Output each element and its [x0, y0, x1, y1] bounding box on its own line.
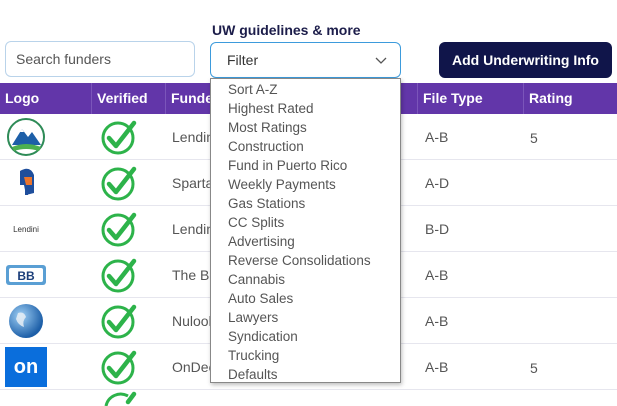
funder-logo	[4, 114, 48, 160]
filter-option-trucking[interactable]: Trucking	[211, 346, 400, 365]
filter-dropdown-list: Sort A-Z Highest Rated Most Ratings Cons…	[210, 78, 401, 383]
column-header-logo[interactable]: Logo	[0, 83, 92, 114]
file-type: A-B	[425, 313, 449, 329]
column-header-rating[interactable]: Rating	[524, 83, 617, 114]
file-type: A-B	[425, 359, 449, 375]
filter-option-defaults[interactable]: Defaults	[211, 365, 400, 384]
funder-logo: on	[4, 344, 48, 390]
rating	[530, 160, 570, 206]
check-circle-icon	[101, 258, 137, 293]
file-type: A-B	[425, 129, 449, 145]
filter-option-gas-stations[interactable]: Gas Stations	[211, 194, 400, 213]
filter-select[interactable]: Filter	[210, 42, 401, 78]
funder-name[interactable]: Nulook	[172, 298, 210, 344]
filter-option-auto-sales[interactable]: Auto Sales	[211, 289, 400, 308]
file-type: A-B	[425, 267, 449, 283]
funder-name[interactable]: Lendini	[172, 114, 210, 160]
check-circle-icon	[101, 350, 137, 385]
on-logo: on	[5, 347, 47, 387]
filter-option-cannabis[interactable]: Cannabis	[211, 270, 400, 289]
column-header-verified[interactable]: Verified	[92, 83, 166, 114]
check-circle-icon	[104, 391, 137, 406]
filter-option-construction[interactable]: Construction	[211, 137, 400, 156]
verified-check	[99, 114, 139, 160]
funder-logo: Lendini	[4, 206, 48, 252]
filter-option-highest-rated[interactable]: Highest Rated	[211, 99, 400, 118]
check-circle-icon	[101, 212, 137, 247]
funder-name[interactable]: Spartan	[172, 160, 210, 206]
rating: 5	[530, 360, 538, 376]
check-circle-icon	[101, 166, 137, 201]
funder-name[interactable]: Lendini	[172, 206, 210, 252]
table-row[interactable]	[0, 390, 617, 406]
funder-logo: BB	[4, 252, 48, 298]
verified-check	[99, 390, 139, 406]
globe-logo-icon	[9, 304, 43, 338]
funder-name[interactable]: The BB	[172, 252, 210, 298]
file-type: A-D	[425, 175, 450, 191]
chevron-down-icon	[375, 57, 387, 64]
filter-option-sort-a-z[interactable]: Sort A-Z	[211, 80, 400, 99]
filter-label: UW guidelines & more	[212, 22, 361, 38]
rating	[530, 252, 570, 298]
column-header-file-type[interactable]: File Type	[418, 83, 524, 114]
verified-check	[99, 344, 139, 390]
mountain-logo-icon	[7, 118, 45, 156]
spartan-helmet-logo-icon	[20, 168, 34, 195]
filter-selected-value: Filter	[227, 52, 259, 68]
verified-check	[99, 298, 139, 344]
lendini-text-logo: Lendini	[13, 224, 39, 234]
funder-logo	[4, 160, 48, 206]
filter-option-most-ratings[interactable]: Most Ratings	[211, 118, 400, 137]
filter-option-fund-in-puerto-rico[interactable]: Fund in Puerto Rico	[211, 156, 400, 175]
check-circle-icon	[101, 120, 137, 155]
filter-option-cc-splits[interactable]: CC Splits	[211, 213, 400, 232]
verified-check	[99, 160, 139, 206]
bb-logo-icon: BB	[6, 265, 46, 285]
check-circle-icon	[101, 304, 137, 339]
filter-option-reverse-consolidations[interactable]: Reverse Consolidations	[211, 251, 400, 270]
add-underwriting-info-button[interactable]: Add Underwriting Info	[439, 42, 612, 78]
filter-option-advertising[interactable]: Advertising	[211, 232, 400, 251]
verified-check	[99, 252, 139, 298]
funder-name[interactable]: OnDeck	[172, 344, 210, 390]
rating: 5	[530, 130, 538, 146]
svg-text:BB: BB	[17, 269, 35, 283]
funder-logo	[4, 298, 48, 344]
verified-check	[99, 206, 139, 252]
filter-option-weekly-payments[interactable]: Weekly Payments	[211, 175, 400, 194]
file-type: B-D	[425, 221, 450, 237]
filter-option-syndication[interactable]: Syndication	[211, 327, 400, 346]
filter-option-lawyers[interactable]: Lawyers	[211, 308, 400, 327]
rating	[530, 206, 570, 252]
search-input[interactable]	[5, 41, 195, 77]
rating	[530, 298, 570, 344]
